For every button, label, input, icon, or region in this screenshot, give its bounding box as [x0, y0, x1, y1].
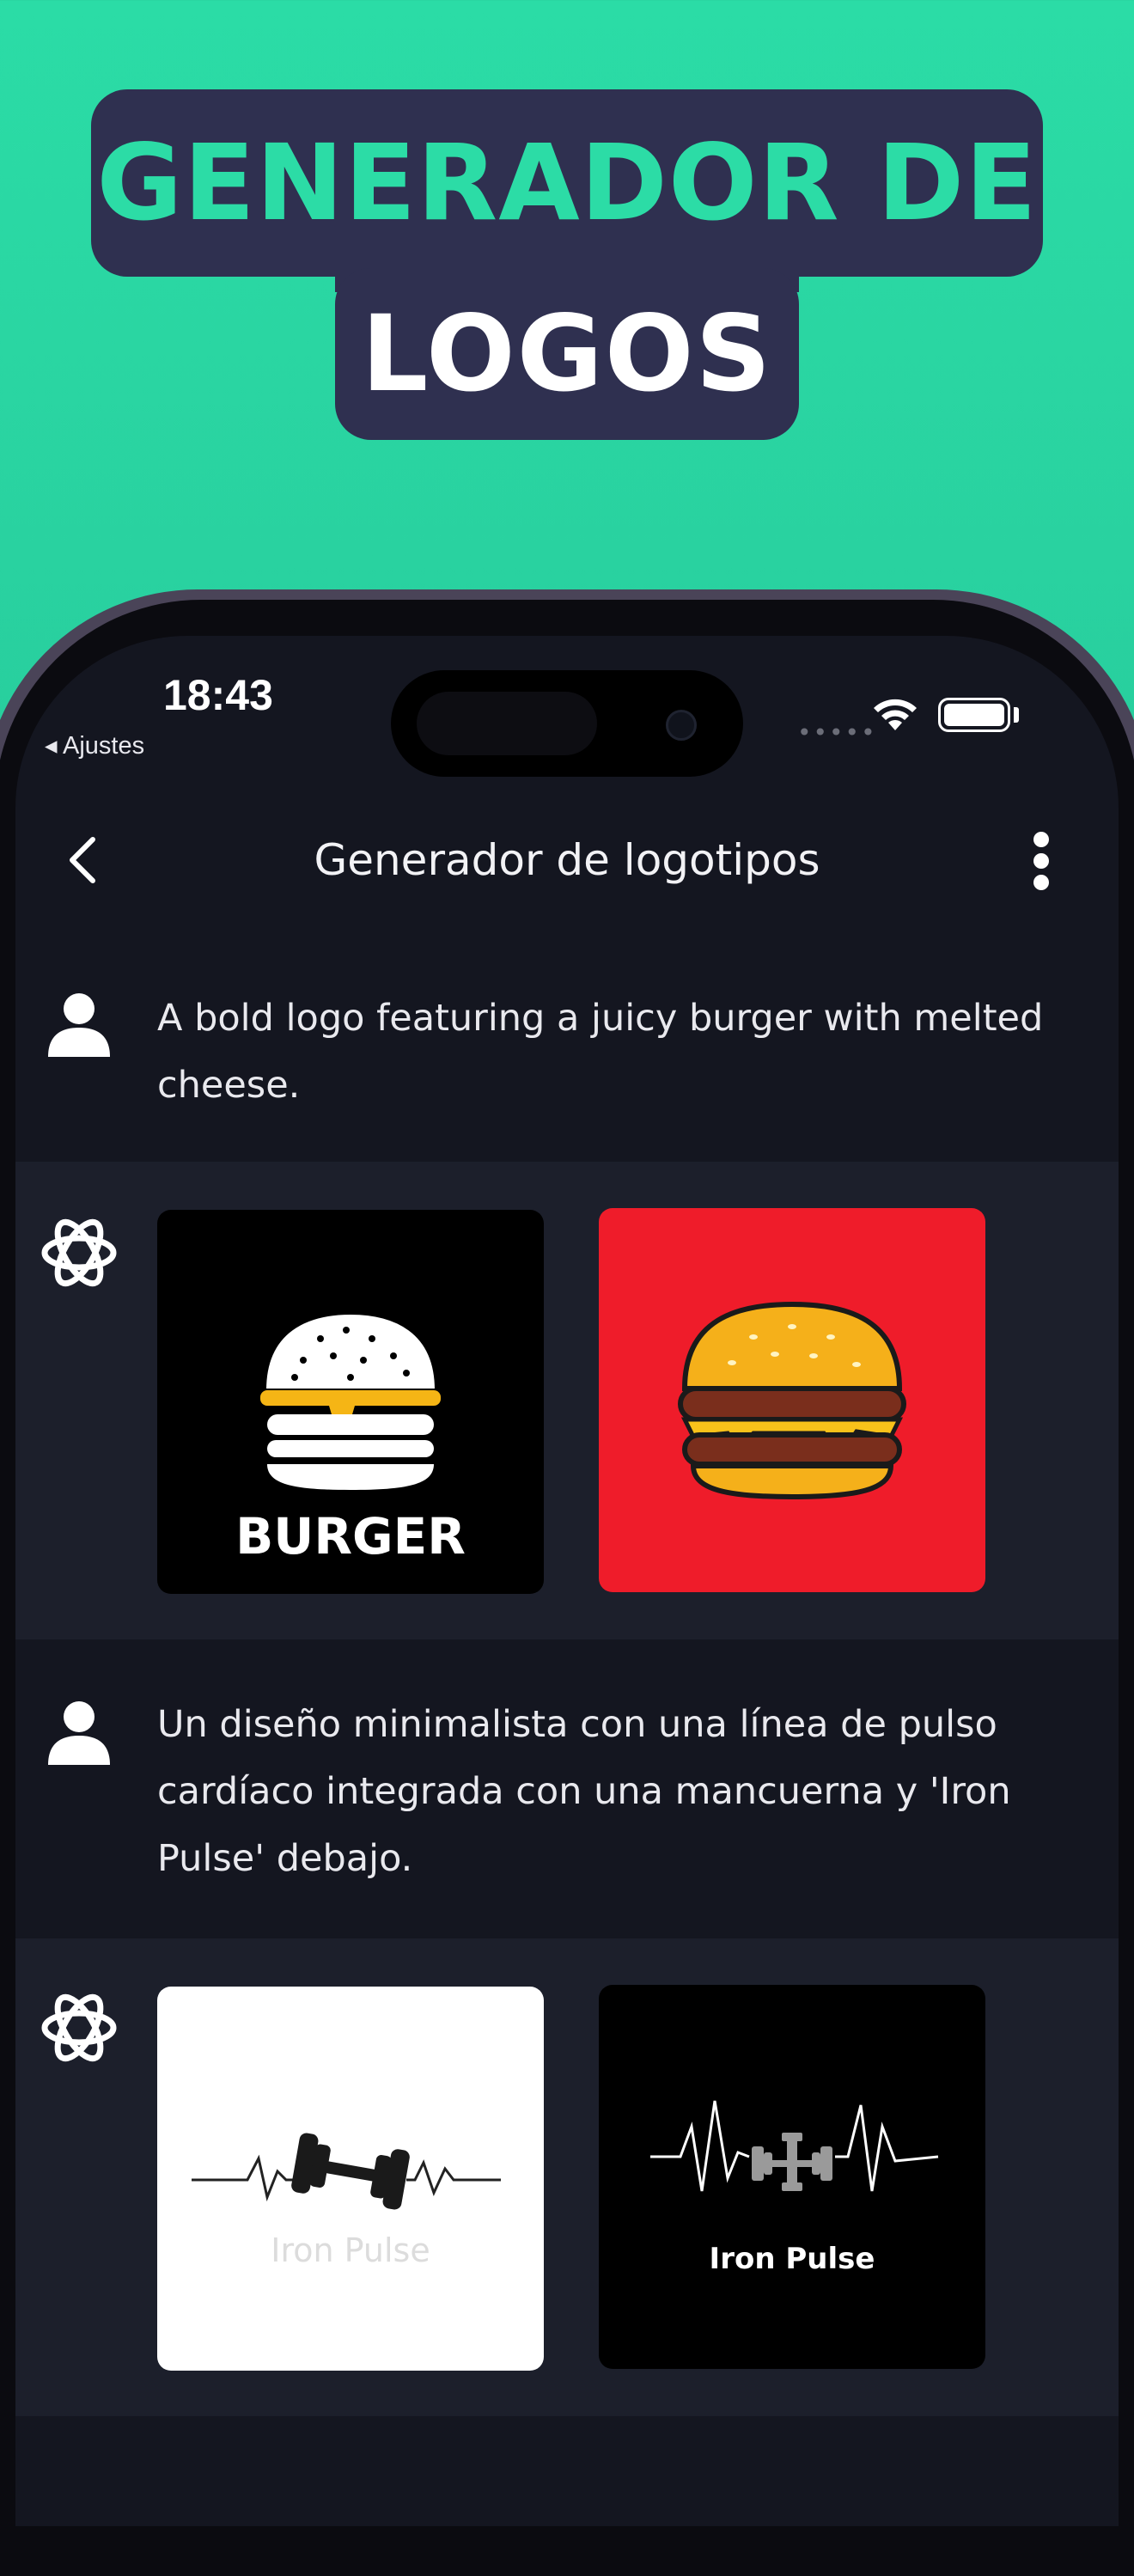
battery-icon	[938, 698, 1010, 732]
more-options-button[interactable]	[1024, 827, 1058, 895]
dot-icon	[1033, 853, 1049, 869]
logo-label: Iron Pulse	[710, 2242, 875, 2276]
page-title: Generador de logotipos	[314, 835, 820, 885]
generated-logo-image[interactable]: Iron Pulse	[599, 1985, 985, 2369]
back-button[interactable]	[58, 830, 107, 890]
generated-logo-image[interactable]	[599, 1208, 985, 1592]
headline-line-2: LOGOS	[335, 268, 799, 440]
openai-logo-icon	[41, 1218, 117, 1287]
user-icon	[48, 993, 110, 1057]
headline-line-1: GENERADOR DE	[91, 89, 1043, 277]
openai-logo-icon	[41, 1993, 117, 2062]
generated-logo-image[interactable]: BURGER	[157, 1210, 544, 1594]
user-message: A bold logo featuring a juicy burger wit…	[157, 997, 1044, 1107]
heartbeat-dumbbell-icon: Iron Pulse	[192, 2133, 501, 2269]
generated-logo-image[interactable]: Iron Pulse	[157, 1987, 544, 2371]
back-to-settings-link[interactable]: ◂ Ajustes	[45, 730, 144, 760]
headline-text-2: LOGOS	[361, 293, 773, 415]
signal-dots-icon: •••••	[797, 718, 877, 747]
heartbeat-dumbbell-icon: Iron Pulse	[650, 2100, 939, 2276]
logo-label: BURGER	[235, 1507, 466, 1566]
chevron-left-icon	[70, 837, 95, 883]
burger-illustration-icon	[678, 1301, 906, 1500]
status-time: 18:43	[163, 671, 273, 719]
dot-icon	[1033, 832, 1049, 847]
logo-label: Iron Pulse	[271, 2231, 430, 2269]
island-sensor	[417, 692, 597, 755]
wifi-icon	[874, 699, 917, 730]
user-message: Un diseño minimalista con una línea de p…	[157, 1703, 1011, 1880]
front-camera-icon	[666, 710, 697, 741]
user-icon	[48, 1701, 110, 1765]
dot-icon	[1033, 875, 1049, 890]
battery-cap	[1014, 707, 1019, 723]
headline-text-1: GENERADOR DE	[96, 122, 1038, 244]
burger-logo-icon: BURGER	[235, 1310, 466, 1566]
